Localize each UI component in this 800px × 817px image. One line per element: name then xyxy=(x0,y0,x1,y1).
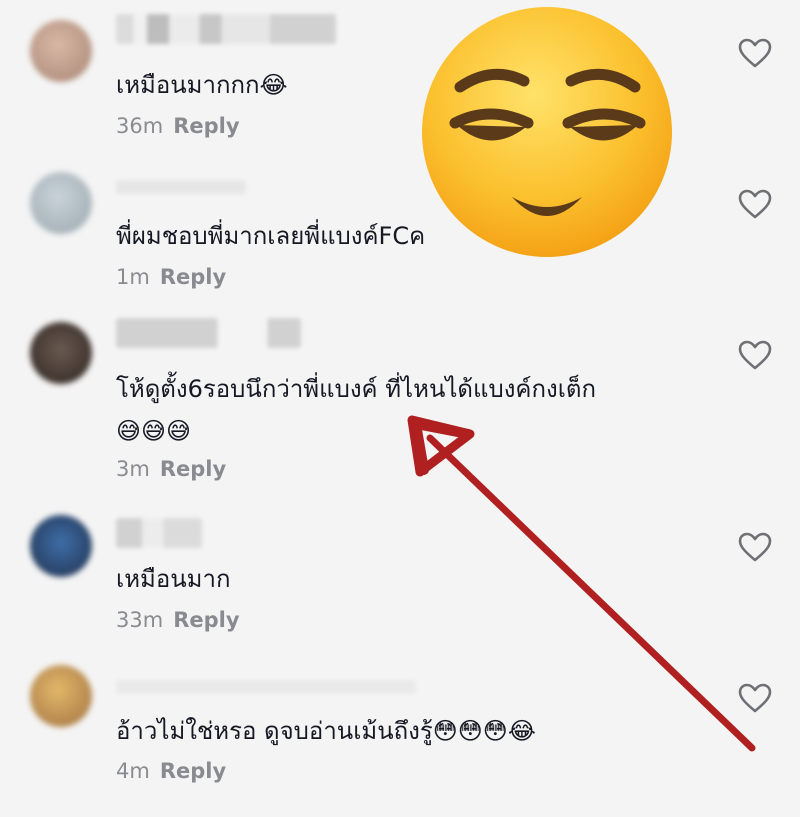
comment-text: อ้าวไม่ใช่หรอ ดูจบอ่านเม้นถึงรู้😳😳😳😂 xyxy=(116,717,536,745)
heart-outline-icon[interactable] xyxy=(738,340,772,370)
comment-text: โห้ดูตั้ง6รอบนึกว่าพี่แบงค์ ที่ไหนได้แบง… xyxy=(116,375,597,403)
username-blurred[interactable] xyxy=(116,680,416,694)
comment-text: เหมือนมากกก😂 xyxy=(116,71,288,99)
avatar[interactable] xyxy=(30,20,92,82)
username-blurred[interactable] xyxy=(116,518,202,548)
avatar[interactable] xyxy=(30,322,92,384)
username-blurred[interactable] xyxy=(116,14,336,44)
comment-time: 3m xyxy=(116,457,150,481)
comment-meta: 33m Reply xyxy=(116,608,240,632)
heart-outline-icon[interactable] xyxy=(738,189,772,219)
reply-button[interactable]: Reply xyxy=(160,759,226,783)
comment-time: 36m xyxy=(116,114,164,138)
comment-text: เหมือนมาก xyxy=(116,565,231,593)
reply-button[interactable]: Reply xyxy=(160,265,226,289)
avatar[interactable] xyxy=(30,172,92,234)
heart-outline-icon[interactable] xyxy=(738,532,772,562)
comment-text: พี่ผมชอบพี่มากเลยพี่แบงค์FCค xyxy=(116,222,426,250)
comment-meta: 36m Reply xyxy=(116,114,240,138)
comment-meta: 3m Reply xyxy=(116,457,226,481)
comment-text-emoji-line: 😅😅😅 xyxy=(116,417,192,445)
comment-time: 33m xyxy=(116,608,164,632)
reply-button[interactable]: Reply xyxy=(160,457,226,481)
comment-meta: 4m Reply xyxy=(116,759,226,783)
comment-time: 4m xyxy=(116,759,150,783)
heart-outline-icon[interactable] xyxy=(738,38,772,68)
avatar[interactable] xyxy=(30,665,92,727)
comment-time: 1m xyxy=(116,265,150,289)
username-blurred[interactable] xyxy=(116,180,246,194)
reply-button[interactable]: Reply xyxy=(173,608,239,632)
username-blurred[interactable] xyxy=(116,318,301,348)
relieved-face-emoji-icon xyxy=(422,7,672,257)
reply-button[interactable]: Reply xyxy=(173,114,239,138)
avatar[interactable] xyxy=(30,515,92,577)
heart-outline-icon[interactable] xyxy=(738,683,772,713)
comment-meta: 1m Reply xyxy=(116,265,226,289)
